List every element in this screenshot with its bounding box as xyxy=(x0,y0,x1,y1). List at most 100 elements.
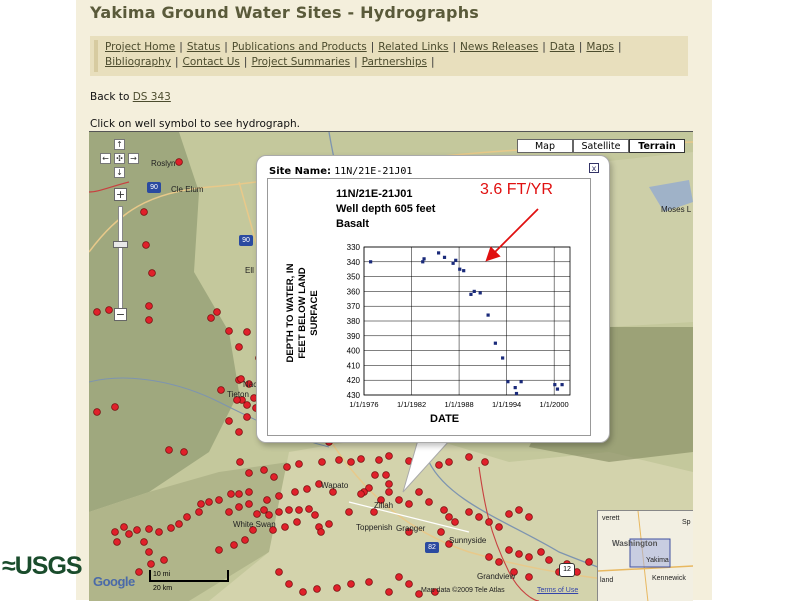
pan-center-button[interactable]: ✣ xyxy=(114,153,125,164)
well-marker[interactable] xyxy=(281,523,289,531)
well-marker[interactable] xyxy=(475,513,483,521)
well-marker[interactable] xyxy=(505,546,513,554)
well-marker[interactable] xyxy=(245,469,253,477)
well-marker[interactable] xyxy=(465,453,473,461)
well-marker[interactable] xyxy=(357,490,365,498)
nav-link-contact[interactable]: Contact Us xyxy=(183,56,240,68)
well-marker[interactable] xyxy=(347,580,355,588)
well-marker[interactable] xyxy=(148,269,156,277)
well-marker[interactable] xyxy=(299,588,307,596)
well-marker[interactable] xyxy=(385,452,393,460)
well-marker[interactable] xyxy=(425,454,433,462)
well-marker[interactable] xyxy=(93,408,101,416)
well-marker[interactable] xyxy=(225,417,233,425)
well-marker[interactable] xyxy=(243,413,251,421)
nav-link-summaries[interactable]: Project Summaries xyxy=(251,56,350,68)
well-marker[interactable] xyxy=(415,488,423,496)
nav-link-partnerships[interactable]: Partnerships xyxy=(362,56,427,68)
well-marker[interactable] xyxy=(451,518,459,526)
well-marker[interactable] xyxy=(515,550,523,558)
well-marker[interactable] xyxy=(347,458,355,466)
well-marker[interactable] xyxy=(215,546,223,554)
well-marker[interactable] xyxy=(205,498,213,506)
nav-link-related[interactable]: Related Links xyxy=(378,41,448,53)
well-marker[interactable] xyxy=(293,518,301,526)
well-marker[interactable] xyxy=(265,511,273,519)
pan-down-button[interactable]: ↓ xyxy=(114,167,125,178)
well-marker[interactable] xyxy=(395,573,403,581)
well-marker[interactable] xyxy=(243,328,251,336)
map-type-terrain[interactable]: Terrain xyxy=(629,139,685,153)
well-marker[interactable] xyxy=(197,500,205,508)
well-marker[interactable] xyxy=(235,343,243,351)
well-marker[interactable] xyxy=(333,584,341,592)
zoom-slider-track[interactable] xyxy=(118,206,123,314)
well-marker[interactable] xyxy=(495,558,503,566)
well-marker[interactable] xyxy=(515,506,523,514)
well-marker[interactable] xyxy=(317,528,325,536)
map-type-satellite[interactable]: Satellite xyxy=(573,139,629,153)
well-marker[interactable] xyxy=(245,488,253,496)
well-marker[interactable] xyxy=(395,496,403,504)
well-marker[interactable] xyxy=(213,308,221,316)
back-link[interactable]: DS 343 xyxy=(133,91,171,103)
well-marker[interactable] xyxy=(275,568,283,576)
well-marker[interactable] xyxy=(167,524,175,532)
well-marker[interactable] xyxy=(111,403,119,411)
well-marker[interactable] xyxy=(345,508,353,516)
well-marker[interactable] xyxy=(105,306,113,314)
well-marker[interactable] xyxy=(303,485,311,493)
pan-right-button[interactable]: → xyxy=(128,153,139,164)
well-marker[interactable] xyxy=(175,520,183,528)
pan-up-button[interactable]: ↑ xyxy=(114,139,125,150)
well-marker[interactable] xyxy=(225,327,233,335)
well-marker[interactable] xyxy=(245,500,253,508)
nav-link-data[interactable]: Data xyxy=(550,41,575,53)
well-marker[interactable] xyxy=(318,458,326,466)
well-marker[interactable] xyxy=(270,473,278,481)
well-marker[interactable] xyxy=(405,500,413,508)
well-marker[interactable] xyxy=(217,386,225,394)
well-marker[interactable] xyxy=(147,560,155,568)
well-marker[interactable] xyxy=(140,538,148,546)
nav-link-maps[interactable]: Maps xyxy=(586,41,614,53)
well-marker[interactable] xyxy=(425,498,433,506)
zoom-out-button[interactable]: − xyxy=(114,308,127,321)
well-marker[interactable] xyxy=(481,458,489,466)
well-marker[interactable] xyxy=(385,588,393,596)
well-marker[interactable] xyxy=(525,553,533,561)
well-marker[interactable] xyxy=(371,471,379,479)
well-marker[interactable] xyxy=(335,456,343,464)
well-marker[interactable] xyxy=(445,458,453,466)
well-marker[interactable] xyxy=(175,158,183,166)
well-marker[interactable] xyxy=(235,503,243,511)
well-marker[interactable] xyxy=(382,471,390,479)
well-marker[interactable] xyxy=(275,492,283,500)
well-marker[interactable] xyxy=(125,530,133,538)
well-marker[interactable] xyxy=(120,523,128,531)
well-marker[interactable] xyxy=(135,568,143,576)
well-marker[interactable] xyxy=(385,480,393,488)
well-marker[interactable] xyxy=(225,508,233,516)
well-marker[interactable] xyxy=(285,506,293,514)
well-marker[interactable] xyxy=(545,556,553,564)
nav-link-bibliography[interactable]: Bibliography xyxy=(105,56,171,68)
well-marker[interactable] xyxy=(133,526,141,534)
well-marker[interactable] xyxy=(113,538,121,546)
well-marker[interactable] xyxy=(195,508,203,516)
well-marker[interactable] xyxy=(495,523,503,531)
well-marker[interactable] xyxy=(241,536,249,544)
nav-link-news[interactable]: News Releases xyxy=(460,41,538,53)
well-marker[interactable] xyxy=(325,520,333,528)
google-logo[interactable]: Google xyxy=(93,574,135,589)
well-marker[interactable] xyxy=(585,558,593,566)
well-marker[interactable] xyxy=(140,208,148,216)
well-marker[interactable] xyxy=(357,455,365,463)
well-marker[interactable] xyxy=(227,490,235,498)
well-marker[interactable] xyxy=(405,457,413,465)
well-marker[interactable] xyxy=(525,513,533,521)
well-marker[interactable] xyxy=(235,490,243,498)
well-marker[interactable] xyxy=(283,463,291,471)
well-marker[interactable] xyxy=(263,496,271,504)
well-marker[interactable] xyxy=(405,580,413,588)
